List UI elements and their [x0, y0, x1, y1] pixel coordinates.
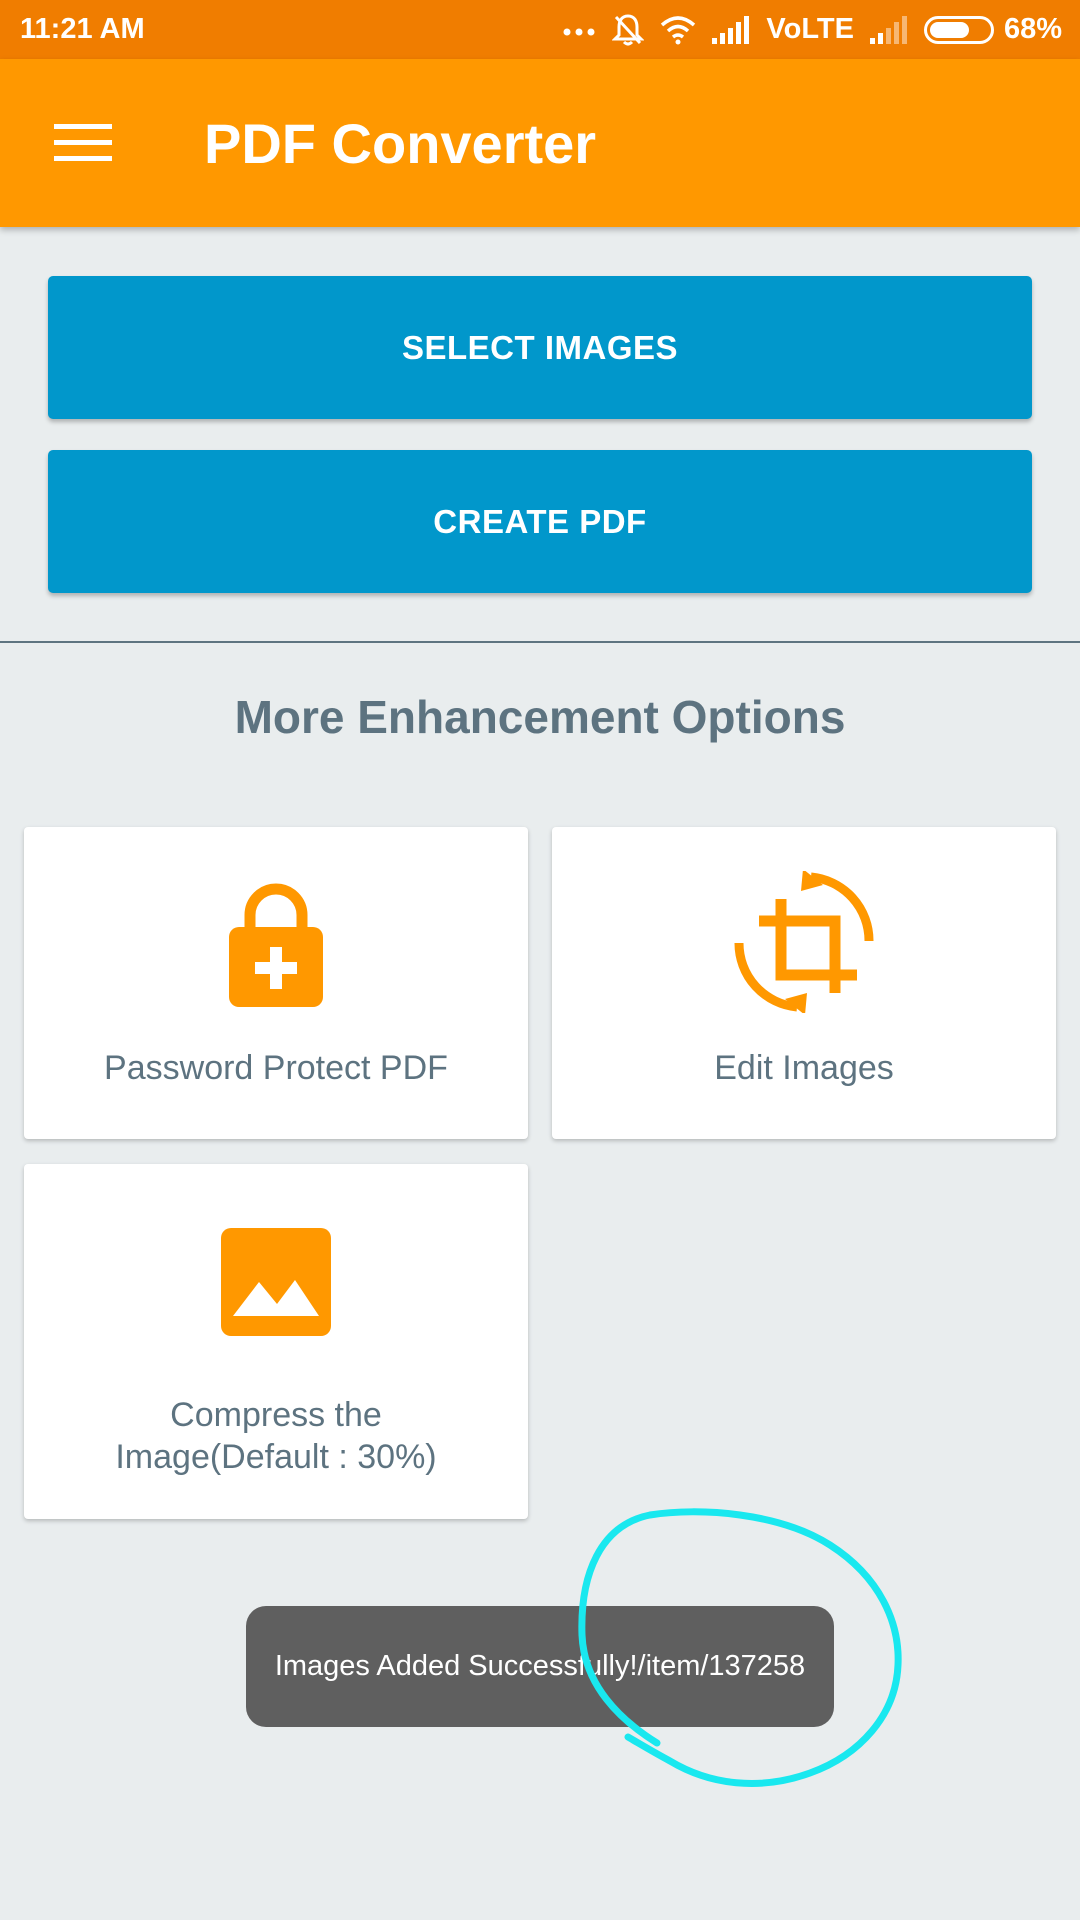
- compress-image-card[interactable]: Compress the Image(Default : 30%): [24, 1164, 528, 1519]
- wifi-icon: [660, 15, 696, 45]
- select-images-button[interactable]: SELECT IMAGES: [48, 276, 1032, 419]
- app-bar: PDF Converter: [0, 59, 1080, 227]
- network-label: VoLTE: [766, 13, 854, 45]
- status-time: 11:21 AM: [20, 13, 145, 45]
- toast-text: Images Added Successfully!/item/137258: [274, 1650, 806, 1682]
- create-pdf-button[interactable]: CREATE PDF: [48, 450, 1032, 593]
- section-divider: [0, 641, 1080, 643]
- signal-icon: [712, 15, 750, 44]
- more-dots-icon: [562, 24, 596, 36]
- hamburger-menu-icon: [54, 124, 112, 161]
- compress-image-label: Compress the Image(Default : 30%): [115, 1396, 437, 1476]
- battery-indicator: 68%: [923, 13, 1062, 46]
- status-icons: VoLTE 68%: [562, 13, 1062, 47]
- notifications-off-icon: [612, 13, 645, 47]
- status-bar: 11:21 AM VoLTE 68%: [0, 0, 1080, 59]
- section-title: More Enhancement Options: [234, 691, 846, 743]
- lock-plus-icon: [226, 879, 326, 1009]
- battery-icon: [923, 15, 994, 44]
- password-protect-card[interactable]: Password Protect PDF: [24, 827, 528, 1139]
- menu-button[interactable]: [36, 96, 130, 190]
- screen: 11:21 AM VoLTE 68% PDF Converter SELECT …: [0, 0, 1080, 1920]
- battery-fill: [929, 21, 970, 38]
- signal-weak-icon: [869, 15, 908, 44]
- battery-percent: 68%: [1003, 13, 1062, 45]
- app-title: PDF Converter: [204, 111, 597, 175]
- toast-message: Images Added Successfully!/item/137258: [246, 1606, 834, 1727]
- password-protect-label: Password Protect PDF: [104, 1049, 448, 1087]
- crop-rotate-icon: [729, 869, 879, 1015]
- edit-images-card[interactable]: Edit Images: [552, 827, 1056, 1139]
- edit-images-label: Edit Images: [714, 1049, 894, 1087]
- image-icon: [221, 1228, 331, 1336]
